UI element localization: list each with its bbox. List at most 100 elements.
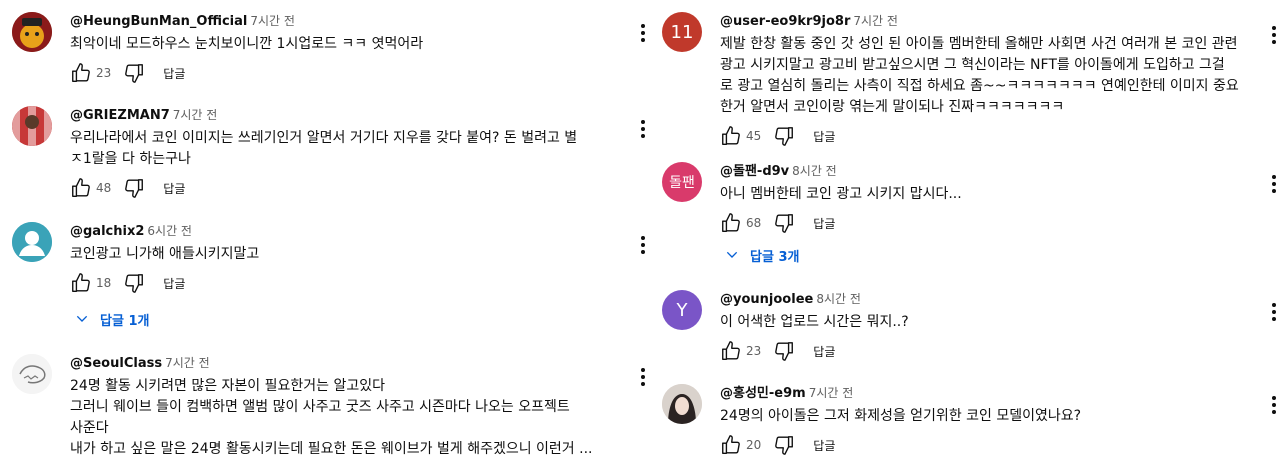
replies-label: 답글 3개 — [750, 249, 800, 265]
avatar-letter: 11 — [670, 21, 694, 43]
avatar[interactable] — [662, 384, 702, 424]
avatar[interactable] — [12, 12, 52, 52]
comment-author[interactable]: @younjoolee — [720, 292, 813, 307]
reply-button[interactable]: 답글 — [163, 65, 185, 82]
comment-author[interactable]: @홍성민-e9m — [720, 386, 806, 401]
like-count: 68 — [746, 216, 762, 230]
comment-timestamp[interactable]: 7시간 전 — [173, 108, 218, 122]
comment-line: ㅈ1랄을 다 하는구나 — [70, 151, 191, 167]
avatar[interactable] — [12, 222, 52, 262]
comment-line: 24명의 아이돌은 그저 화제성을 얻기위한 코인 모델이였나요? — [720, 408, 1082, 424]
dislike-icon[interactable] — [123, 62, 145, 84]
dislike-icon[interactable] — [773, 340, 795, 362]
avatar[interactable]: 11 — [662, 12, 702, 52]
replies-label: 답글 1개 — [100, 313, 150, 329]
comment-actions: 45 답글 — [720, 124, 1265, 148]
comment-actions: 68 답글 — [720, 211, 1265, 235]
comment-author[interactable]: @galchix2 — [70, 224, 144, 239]
avatar-letter: Y — [676, 299, 688, 321]
more-vert-icon[interactable] — [640, 368, 646, 386]
more-vert-icon[interactable] — [640, 120, 646, 138]
dislike-icon[interactable] — [773, 434, 795, 456]
comment-line: 최악이네 모드하우스 눈치보이니깐 1시업로드 ㅋㅋ 엿먹어라 — [70, 36, 424, 52]
comment-author[interactable]: @SeoulClass — [70, 356, 162, 371]
avatar-image — [662, 384, 702, 424]
avatar-image — [12, 354, 52, 394]
like-count: 18 — [96, 276, 112, 290]
comment-text: 코인광고 니가해 애들시키지말고 — [70, 244, 630, 265]
comment-timestamp[interactable]: 7시간 전 — [853, 14, 898, 28]
comment-line: 이 어색한 업로드 시간은 뭐지..? — [720, 314, 909, 330]
comment-line: 우리나라에서 코인 이미지는 쓰레기인거 알면서 거기다 지우를 갖다 붙여? … — [70, 130, 578, 146]
comment-line: 사준다 — [70, 420, 109, 436]
comment-author[interactable]: @HeungBunMan_Official — [70, 14, 247, 29]
more-vert-icon[interactable] — [640, 236, 646, 254]
chevron-down-icon — [74, 311, 90, 327]
more-vert-icon[interactable] — [1271, 303, 1277, 321]
avatar[interactable] — [12, 106, 52, 146]
dislike-icon[interactable] — [773, 125, 795, 147]
comment-line: 코인광고 니가해 애들시키지말고 — [70, 246, 260, 262]
more-vert-icon[interactable] — [1271, 26, 1277, 44]
like-icon[interactable] — [70, 62, 92, 84]
comment-line: 로 광고 열심히 돌리는 사측이 직접 하세요 좀~~ㅋㅋㅋㅋㅋㅋㅋ 연예인한테… — [720, 78, 1239, 94]
comment-line: 한거 알면서 코인이랑 엮는게 말이되나 진짜ㅋㅋㅋㅋㅋㅋㅋ — [720, 99, 1065, 115]
comment-actions: 48 답글 — [70, 176, 630, 200]
chevron-down-icon — [724, 247, 740, 263]
like-icon[interactable] — [70, 177, 92, 199]
comment-text: 24명 활동 시키려면 많은 자본이 필요한거는 알고있다 그러니 웨이브 들이… — [70, 376, 635, 460]
comment-text: 최악이네 모드하우스 눈치보이니깐 1시업로드 ㅋㅋ 엿먹어라 — [70, 34, 630, 55]
like-icon[interactable] — [720, 125, 742, 147]
view-replies-button[interactable]: 답글 1개 — [74, 309, 630, 329]
comment-timestamp[interactable]: 7시간 전 — [250, 14, 295, 28]
avatar-image — [12, 12, 52, 52]
reply-button[interactable]: 답글 — [163, 275, 185, 292]
comment-author[interactable]: @GRIEZMAN7 — [70, 108, 170, 123]
comment-line: 광고 시키지말고 광고비 받고싶으시면 그 혁신이라는 NFT를 아이돌에게 도… — [720, 57, 1225, 73]
more-vert-icon[interactable] — [1271, 175, 1277, 193]
comment-actions: 23 답글 — [70, 61, 630, 85]
comment-author[interactable]: @user-eo9kr9jo8r — [720, 14, 850, 29]
like-count: 23 — [746, 344, 762, 358]
comment-timestamp[interactable]: 8시간 전 — [816, 292, 861, 306]
comment-timestamp[interactable]: 8시간 전 — [792, 164, 837, 178]
reply-button[interactable]: 답글 — [163, 180, 185, 197]
comment-text: 제발 한창 활동 중인 갓 성인 된 아이돌 멤버한테 올해만 사회면 사건 여… — [720, 34, 1265, 118]
comment-text: 아니 멤버한테 코인 광고 시키지 맙시다... — [720, 184, 1265, 205]
dislike-icon[interactable] — [773, 212, 795, 234]
avatar-letter: 돌팬 — [669, 175, 695, 191]
like-icon[interactable] — [720, 340, 742, 362]
comment-line: 내가 하고 싶은 말은 24명 활동시키는데 필요한 돈은 웨이브가 벌게 해주… — [70, 441, 593, 457]
comment-timestamp[interactable]: 7시간 전 — [165, 356, 210, 370]
avatar[interactable]: Y — [662, 290, 702, 330]
like-count: 20 — [746, 438, 762, 452]
dislike-icon[interactable] — [123, 177, 145, 199]
reply-button[interactable]: 답글 — [813, 215, 835, 232]
avatar-image — [12, 106, 52, 146]
avatar[interactable] — [12, 354, 52, 394]
comment-line: 그러니 웨이브 들이 컴백하면 앨범 많이 사주고 굿즈 사주고 시즌마다 나오… — [70, 399, 570, 415]
view-replies-button[interactable]: 답글 3개 — [724, 245, 1265, 265]
avatar[interactable]: 돌팬 — [662, 162, 702, 202]
comment-line: 제발 한창 활동 중인 갓 성인 된 아이돌 멤버한테 올해만 사회면 사건 여… — [720, 36, 1238, 52]
reply-button[interactable]: 답글 — [813, 128, 835, 145]
default-avatar-icon — [12, 222, 52, 262]
more-vert-icon[interactable] — [1271, 396, 1277, 414]
reply-button[interactable]: 답글 — [813, 343, 835, 360]
more-vert-icon[interactable] — [640, 24, 646, 42]
comment-timestamp[interactable]: 6시간 전 — [147, 224, 192, 238]
reply-button[interactable]: 답글 — [813, 437, 835, 454]
like-count: 23 — [96, 66, 112, 80]
dislike-icon[interactable] — [123, 272, 145, 294]
comment-line: 24명 활동 시키려면 많은 자본이 필요한거는 알고있다 — [70, 378, 385, 394]
comment-actions: 18 답글 — [70, 271, 630, 295]
comment-text: 우리나라에서 코인 이미지는 쓰레기인거 알면서 거기다 지우를 갖다 붙여? … — [70, 128, 630, 170]
comment-text: 이 어색한 업로드 시간은 뭐지..? — [720, 312, 1265, 333]
comment-timestamp[interactable]: 7시간 전 — [809, 386, 854, 400]
like-icon[interactable] — [70, 272, 92, 294]
like-count: 45 — [746, 129, 762, 143]
like-icon[interactable] — [720, 434, 742, 456]
like-icon[interactable] — [720, 212, 742, 234]
comment-actions: 23 답글 — [720, 339, 1265, 363]
comment-author[interactable]: @돌팬-d9v — [720, 164, 789, 179]
